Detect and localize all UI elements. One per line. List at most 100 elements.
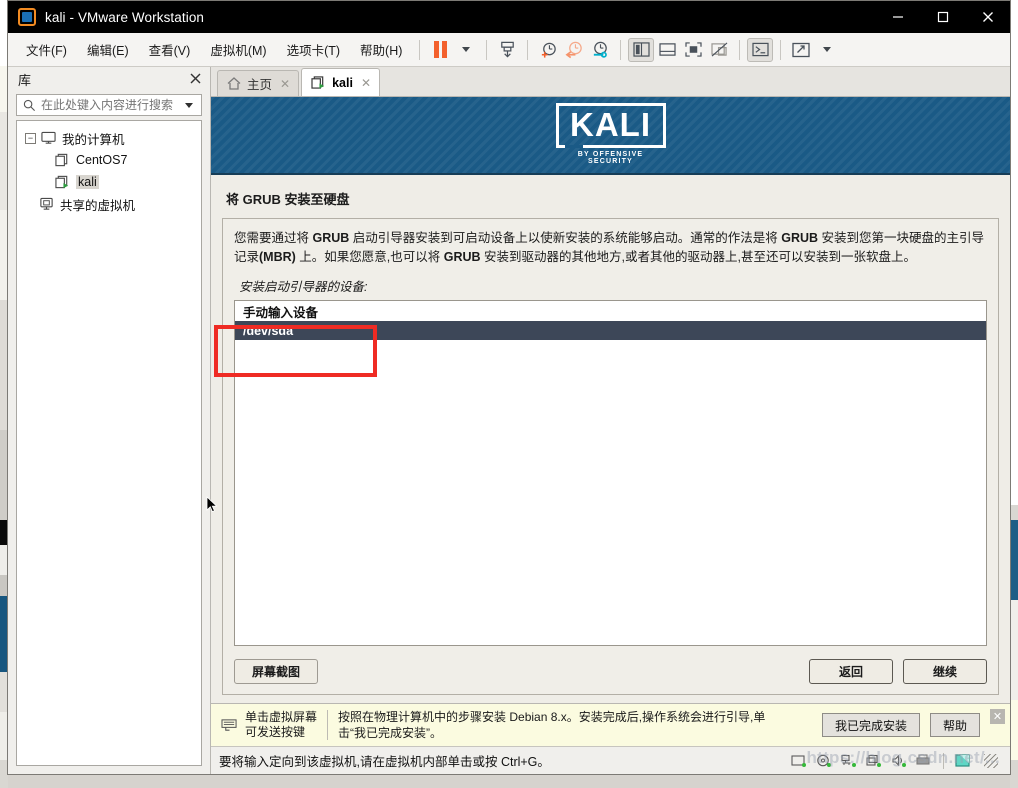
desc-bold: (MBR)	[259, 250, 296, 264]
unity-mode-icon[interactable]	[706, 38, 732, 62]
tab-home[interactable]: 主页 ✕	[217, 70, 300, 96]
notification-bar: 单击虚拟屏幕 可发送按键 按照在物理计算机中的步骤安装 Debian 8.x。安…	[211, 703, 1010, 746]
menu-file[interactable]: 文件(F)	[16, 36, 77, 63]
show-library-icon[interactable]	[628, 37, 655, 62]
resize-grip-icon[interactable]	[984, 753, 998, 768]
close-icon[interactable]	[187, 72, 204, 87]
sidebar-item-centos7[interactable]: CentOS7	[17, 149, 201, 171]
desc-bold: GRUB	[781, 231, 819, 245]
desktop-right-edge	[1010, 0, 1018, 788]
keyboard-hint: 单击虚拟屏幕 可发送按键	[221, 710, 317, 740]
my-computer-icon	[41, 131, 56, 144]
tree-expander-icon[interactable]: −	[25, 132, 36, 144]
content-column: 主页 ✕ kali ✕ KALI BY OFFENSIVE SECURITY 将…	[211, 67, 1010, 774]
vmware-logo-icon	[18, 8, 36, 26]
notification-message: 按照在物理计算机中的步骤安装 Debian 8.x。安装完成后,操作系统会进行引…	[338, 710, 766, 740]
full-screen-icon[interactable]	[680, 38, 706, 62]
search-input[interactable]	[41, 98, 180, 112]
desc-text: 上。如果您愿意,也可以将	[295, 250, 444, 264]
library-header: 库	[8, 67, 210, 92]
library-search-box[interactable]	[16, 94, 202, 116]
snapshot-revert-icon[interactable]	[561, 38, 587, 62]
hard-disk-icon[interactable]	[791, 754, 807, 768]
close-icon[interactable]: ✕	[361, 76, 371, 90]
minimize-icon[interactable]	[875, 1, 920, 33]
install-complete-button[interactable]: 我已完成安装	[821, 713, 920, 737]
sidebar-item-kali[interactable]: kali	[17, 171, 201, 193]
device-list-label: 安装启动引导器的设备:	[239, 280, 368, 294]
title-bar: kali - VMware Workstation	[8, 1, 1010, 33]
kali-banner: KALI BY OFFENSIVE SECURITY	[211, 97, 1010, 175]
page-title: 将 GRUB 安装至硬盘	[226, 192, 350, 207]
menu-view[interactable]: 查看(V)	[139, 36, 201, 63]
close-icon[interactable]: ✕	[280, 77, 290, 91]
sidebar-item-label: CentOS7	[76, 153, 128, 167]
continue-button[interactable]: 继续	[903, 659, 987, 684]
window-body: 库 −	[8, 67, 1010, 774]
desc-bold: GRUB	[443, 250, 481, 264]
desc-text: 安装到驱动器的其他地方,或者其他的驱动器上,甚至还可以安装到一张软盘上。	[480, 250, 916, 264]
window-controls	[875, 1, 1010, 33]
toolbar-separator	[620, 39, 622, 60]
sidebar-item-my-computer[interactable]: − 我的计算机	[17, 127, 201, 149]
status-bar: 要将输入定向到该虚拟机,请在虚拟机内部单击或按 Ctrl+G。 https://…	[211, 746, 1010, 774]
help-button[interactable]: 帮助	[929, 713, 980, 737]
tab-strip: 主页 ✕ kali ✕	[211, 67, 1010, 97]
show-thumbnail-bar-icon[interactable]	[654, 38, 680, 62]
annotation-rectangle	[214, 325, 377, 377]
list-item[interactable]: 手动输入设备	[235, 302, 986, 321]
menu-vm[interactable]: 虚拟机(M)	[200, 36, 276, 63]
menu-tabs[interactable]: 选项卡(T)	[277, 36, 350, 63]
console-view-icon[interactable]	[747, 37, 774, 62]
virtual-machine-running-icon	[55, 175, 69, 189]
sidebar-item-label: kali	[76, 175, 99, 189]
desc-bold: GRUB	[312, 231, 350, 245]
toolbar-separator	[527, 39, 529, 60]
library-panel: 库 −	[8, 67, 211, 774]
desc-text: 启动引导器安装到可启动设备上以使新安装的系统能够启动。通常的作法是将	[349, 231, 782, 245]
window-title: kali - VMware Workstation	[45, 9, 205, 25]
installer-button-row: 屏幕截图 返回 继续	[234, 659, 987, 684]
installer-description: 您需要通过将 GRUB 启动引导器安装到可启动设备上以使新安装的系统能够启动。通…	[234, 229, 987, 267]
maximize-icon[interactable]	[920, 1, 965, 33]
usb-controller-icon[interactable]	[866, 754, 882, 768]
sound-card-icon[interactable]	[891, 754, 907, 768]
stretch-caret-icon[interactable]	[814, 38, 840, 62]
installer-area: 将 GRUB 安装至硬盘 您需要通过将 GRUB 启动引导器安装到可启动设备上以…	[211, 175, 1010, 703]
divider	[327, 710, 329, 740]
keyboard-hint-text: 单击虚拟屏幕 可发送按键	[245, 710, 317, 740]
menu-bar: 文件(F) 编辑(E) 查看(V) 虚拟机(M) 选项卡(T) 帮助(H)	[8, 33, 1010, 67]
search-icon	[23, 99, 36, 111]
snapshot-manager-icon[interactable]	[587, 38, 613, 62]
menu-help[interactable]: 帮助(H)	[350, 36, 412, 63]
vmware-workstation-window: kali - VMware Workstation 文件(F) 编辑(E) 查看…	[7, 0, 1011, 775]
back-button[interactable]: 返回	[809, 659, 893, 684]
hint-line-1: 单击虚拟屏幕	[245, 710, 318, 724]
vm-console-screen[interactable]: KALI BY OFFENSIVE SECURITY 将 GRUB 安装至硬盘 …	[211, 97, 1010, 703]
network-adapter-icon[interactable]	[841, 754, 857, 768]
hint-line-2: 可发送按键	[245, 725, 306, 739]
display-icon[interactable]	[955, 753, 971, 768]
send-ctrl-alt-del-icon[interactable]	[494, 38, 520, 62]
notification-buttons: 我已完成安装 帮助	[821, 713, 980, 737]
device-status-icons	[791, 752, 1004, 769]
stretch-icon[interactable]	[788, 38, 814, 62]
keyboard-icon	[221, 718, 237, 731]
tab-label: 主页	[247, 78, 273, 92]
printer-icon[interactable]	[916, 753, 932, 768]
shared-vms-icon	[40, 197, 53, 210]
toolbar-separator	[780, 39, 782, 60]
close-icon[interactable]	[965, 1, 1010, 33]
close-icon[interactable]: ✕	[990, 709, 1005, 724]
tab-kali[interactable]: kali ✕	[301, 68, 380, 96]
sidebar-item-shared-vms[interactable]: 共享的虚拟机	[17, 193, 201, 215]
screenshot-button[interactable]: 屏幕截图	[234, 659, 318, 684]
pause-icon[interactable]	[427, 38, 453, 62]
mouse-cursor	[206, 496, 218, 513]
cd-dvd-icon[interactable]	[816, 754, 832, 768]
library-tree: − 我的计算机 CentOS7 kali 共享的虚拟机	[16, 120, 202, 766]
chevron-down-icon[interactable]	[185, 102, 193, 108]
snapshot-take-icon[interactable]	[535, 38, 561, 62]
menu-edit[interactable]: 编辑(E)	[77, 36, 139, 63]
dropdown-caret-icon[interactable]	[453, 38, 479, 62]
